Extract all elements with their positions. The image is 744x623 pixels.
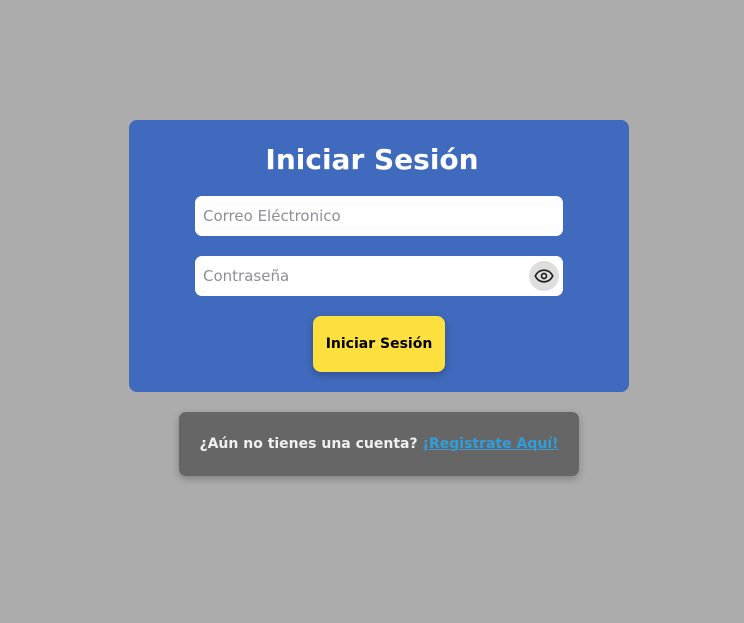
eye-icon [534,269,554,283]
login-button[interactable]: Iniciar Sesión [313,316,445,372]
show-password-button[interactable] [529,261,559,291]
password-field-container [195,256,563,296]
email-field-container [195,196,563,236]
page-title: Iniciar Sesión [265,143,479,176]
register-card: ¿Aún no tienes una cuenta? ¡Registrate A… [179,412,579,476]
email-field[interactable] [195,196,563,236]
register-link[interactable]: ¡Registrate Aquí! [423,436,559,452]
password-field[interactable] [195,256,563,296]
register-prompt: ¿Aún no tienes una cuenta? [199,436,418,452]
